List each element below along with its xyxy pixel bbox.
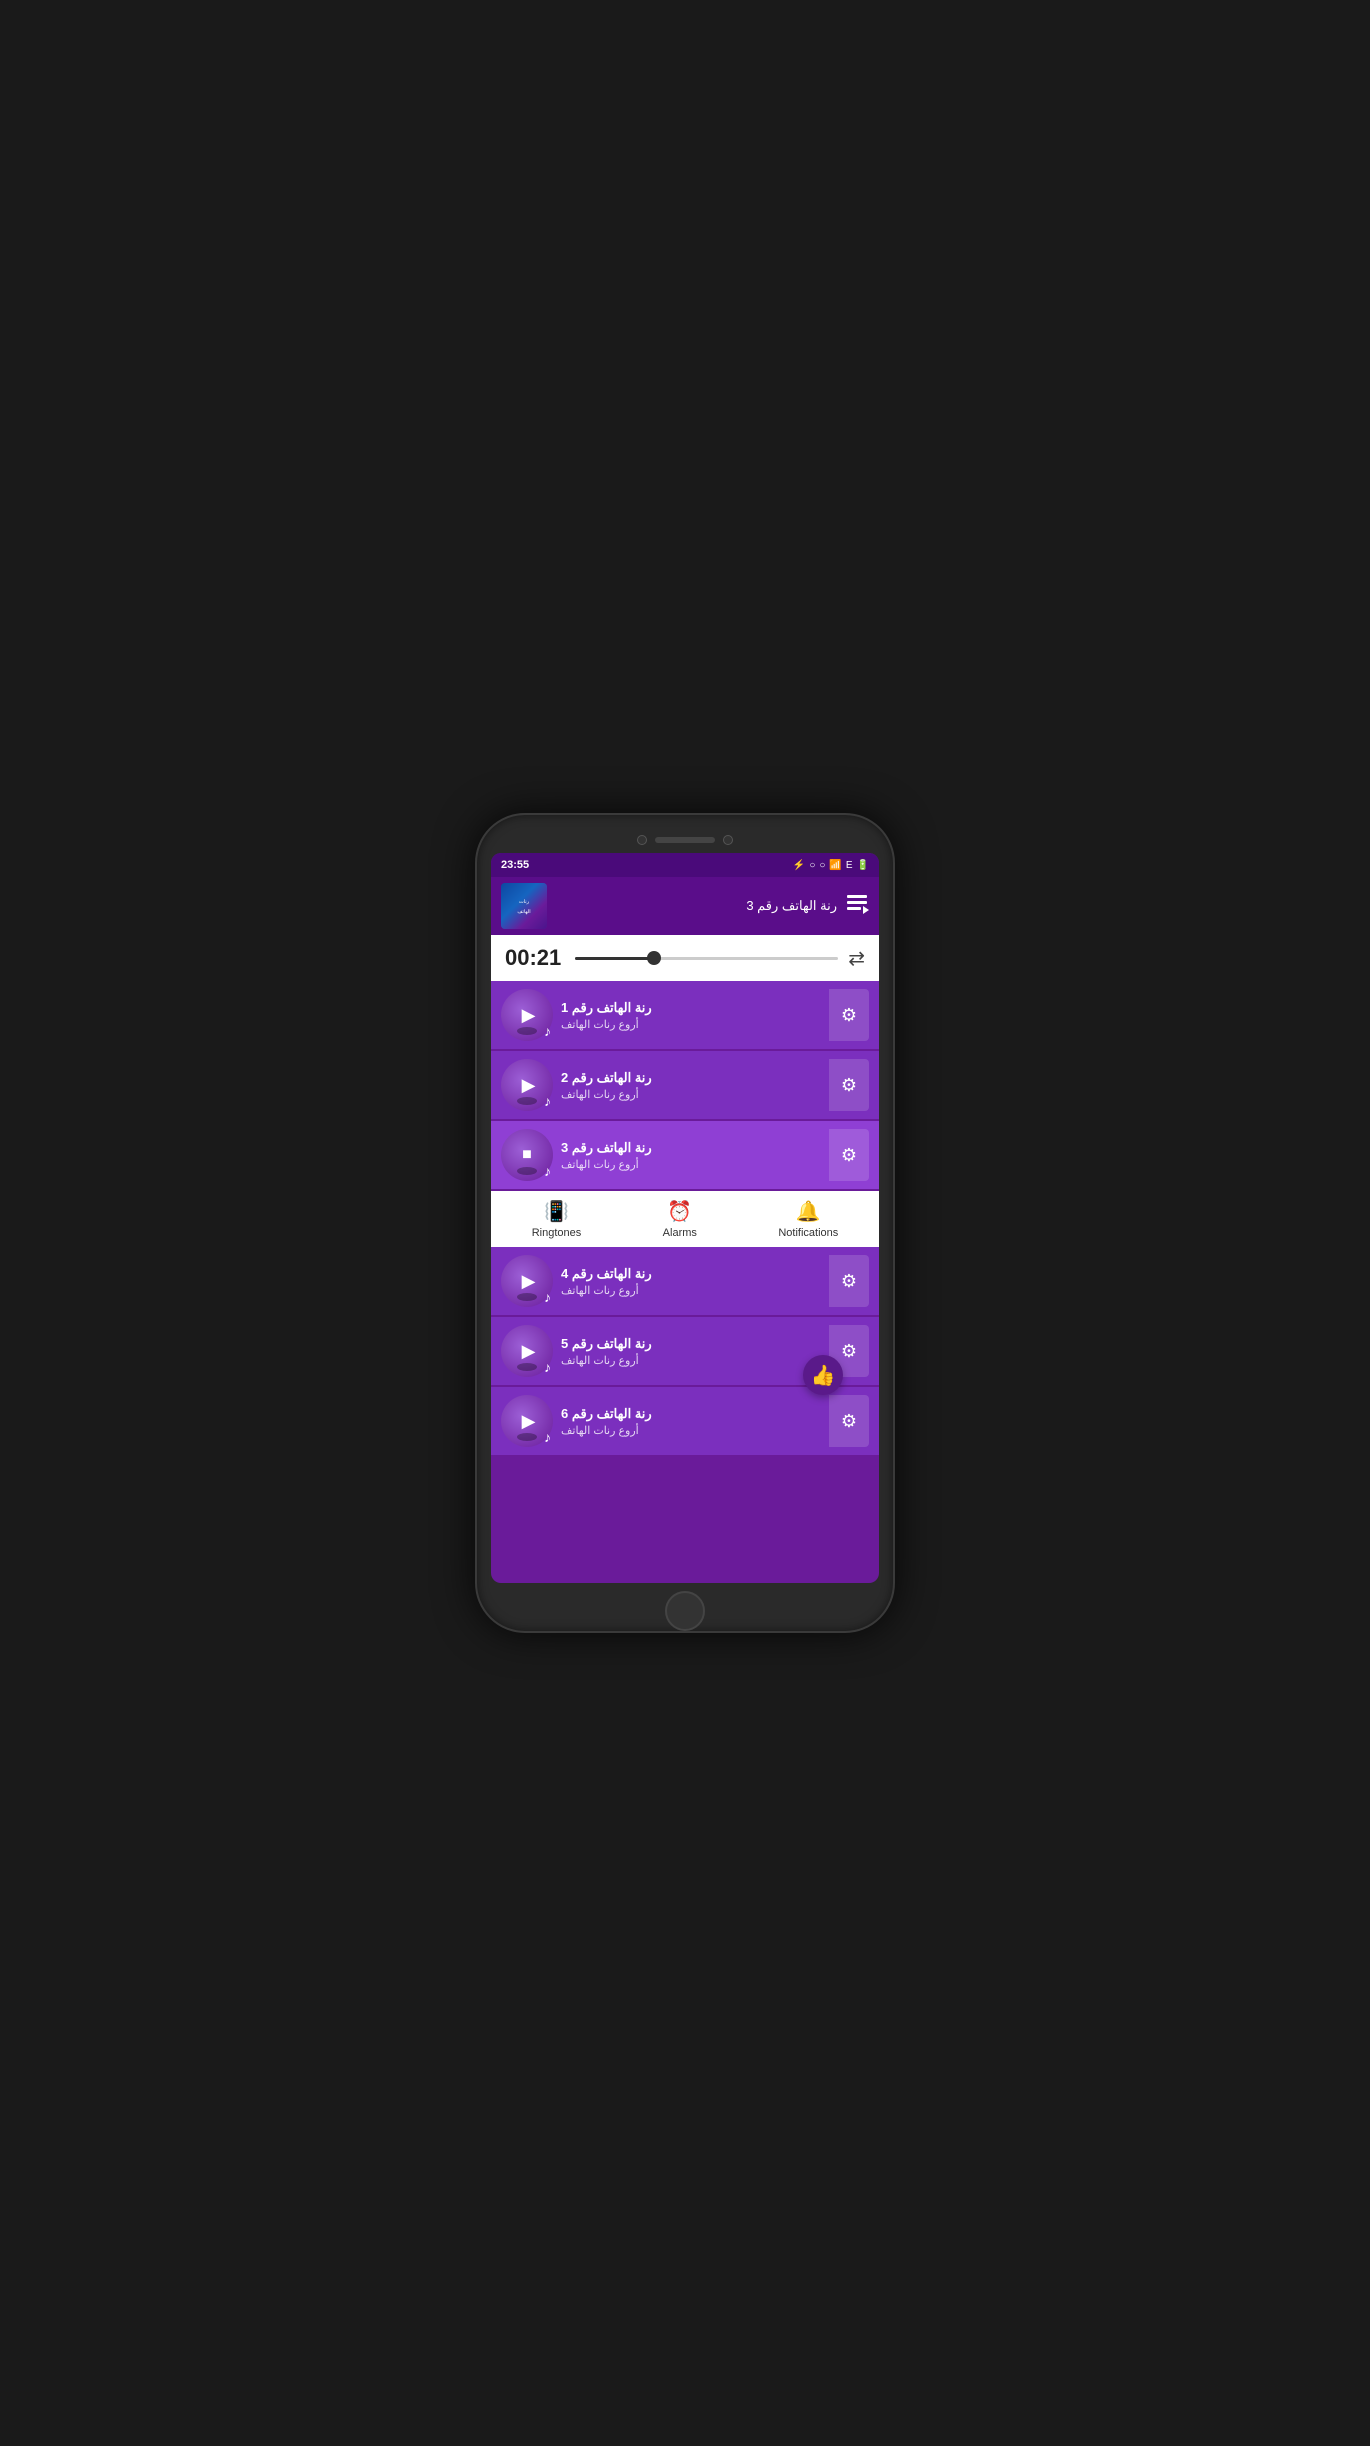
song-item[interactable]: ▶ ♪ رنة الهاتف رقم 4 أروع رنات الهاتف ⚙	[491, 1247, 879, 1315]
play-icon-5: ▶	[522, 1341, 536, 1362]
play-button-4[interactable]: ▶ ♪	[501, 1255, 553, 1307]
screen: 23:55 ⚡ ○ ○ 📶 E 🔋	[491, 853, 879, 1583]
flash-icon: ⚡	[793, 860, 805, 871]
gear-icon-3: ⚙	[841, 1145, 857, 1166]
song-title-1: رنة الهاتف رقم 1	[561, 1000, 652, 1016]
phone-top	[491, 835, 879, 845]
play-icon-4: ▶	[522, 1271, 536, 1292]
now-playing-title: رنة الهاتف رقم 3	[555, 898, 837, 914]
nav-item-ringtones[interactable]: 📳 Ringtones	[532, 1199, 582, 1239]
song-info-4: رنة الهاتف رقم 4 أروع رنات الهاتف	[561, 1266, 821, 1297]
gear-icon-5: ⚙	[841, 1341, 857, 1362]
settings-button-4[interactable]: ⚙	[829, 1255, 869, 1307]
gear-icon-4: ⚙	[841, 1271, 857, 1292]
song-item[interactable]: ▶ ♪ رنة الهاتف رقم 5 أروع رنات الهاتف ⚙ …	[491, 1317, 879, 1385]
progress-track[interactable]	[575, 957, 838, 960]
network-type: E	[846, 860, 853, 871]
song-title-6: رنة الهاتف رقم 6	[561, 1406, 652, 1422]
svg-text:الهاتف: الهاتف	[517, 909, 530, 915]
song-item[interactable]: ▶ ♪ رنة الهاتف رقم 1 أروع رنات الهاتف ⚙	[491, 981, 879, 1049]
play-button-2[interactable]: ▶ ♪	[501, 1059, 553, 1111]
play-button-5[interactable]: ▶ ♪	[501, 1325, 553, 1377]
song-info-1: رنة الهاتف رقم 1 أروع رنات الهاتف	[561, 1000, 821, 1031]
status-icons: ⚡ ○ ○ 📶 E 🔋	[793, 860, 869, 871]
song-info-3: رنة الهاتف رقم 3 أروع رنات الهاتف	[561, 1140, 821, 1171]
signal-icon: 📶	[829, 860, 841, 871]
song-info-2: رنة الهاتف رقم 2 أروع رنات الهاتف	[561, 1070, 821, 1101]
sensor	[723, 835, 733, 845]
song-info-5: رنة الهاتف رقم 5 أروع رنات الهاتف	[561, 1336, 821, 1367]
front-camera	[637, 835, 647, 845]
song-subtitle-6: أروع رنات الهاتف	[561, 1424, 639, 1437]
ringtones-icon: 📳	[544, 1199, 569, 1224]
settings-button-2[interactable]: ⚙	[829, 1059, 869, 1111]
song-subtitle-1: أروع رنات الهاتف	[561, 1018, 639, 1031]
note-icon-1: ♪	[544, 1023, 551, 1039]
alarms-label: Alarms	[663, 1227, 697, 1239]
song-title-4: رنة الهاتف رقم 4	[561, 1266, 652, 1282]
song-item-active[interactable]: ■ ♪ رنة الهاتف رقم 3 أروع رنات الهاتف ⚙	[491, 1121, 879, 1189]
nav-item-alarms[interactable]: ⏰ Alarms	[663, 1199, 697, 1239]
svg-text:رنات: رنات	[519, 899, 530, 905]
nav-item-notifications[interactable]: 🔔 Notifications	[778, 1199, 838, 1239]
note-icon-3: ♪	[544, 1163, 551, 1179]
play-icon-2: ▶	[522, 1075, 536, 1096]
status-bar: 23:55 ⚡ ○ ○ 📶 E 🔋	[491, 853, 879, 877]
track-thumbnail: رنات الهاتف	[501, 883, 547, 929]
song-subtitle-4: أروع رنات الهاتف	[561, 1284, 639, 1297]
play-button-3[interactable]: ■ ♪	[501, 1129, 553, 1181]
song-title-3: رنة الهاتف رقم 3	[561, 1140, 652, 1156]
progress-section[interactable]: 00:21 ⇄	[491, 935, 879, 981]
gear-icon-1: ⚙	[841, 1005, 857, 1026]
progress-thumb[interactable]	[647, 951, 661, 965]
settings-button-1[interactable]: ⚙	[829, 989, 869, 1041]
alarms-icon: ⏰	[667, 1199, 692, 1224]
circle-icon-1: ○	[809, 860, 815, 871]
speaker	[655, 837, 715, 843]
song-list: ▶ ♪ رنة الهاتف رقم 1 أروع رنات الهاتف ⚙ …	[491, 981, 879, 1583]
progress-fill	[575, 957, 654, 960]
song-title-2: رنة الهاتف رقم 2	[561, 1070, 652, 1086]
queue-icon[interactable]	[845, 892, 869, 921]
time-display: 00:21	[505, 945, 565, 971]
notifications-label: Notifications	[778, 1227, 838, 1239]
note-icon-5: ♪	[544, 1359, 551, 1375]
play-icon-6: ▶	[522, 1411, 536, 1432]
home-button[interactable]	[665, 1591, 705, 1631]
phone-frame: 23:55 ⚡ ○ ○ 📶 E 🔋	[475, 813, 895, 1633]
battery-icon: 🔋	[857, 860, 869, 871]
song-subtitle-3: أروع رنات الهاتف	[561, 1158, 639, 1171]
phone-bottom	[491, 1591, 879, 1631]
play-button-6[interactable]: ▶ ♪	[501, 1395, 553, 1447]
now-playing-bar[interactable]: رنات الهاتف رنة الهاتف رقم 3	[491, 877, 879, 935]
song-subtitle-2: أروع رنات الهاتف	[561, 1088, 639, 1101]
repeat-icon[interactable]: ⇄	[848, 946, 865, 971]
play-icon-1: ▶	[522, 1005, 536, 1026]
settings-button-6[interactable]: ⚙	[829, 1395, 869, 1447]
note-icon-6: ♪	[544, 1429, 551, 1445]
settings-button-3[interactable]: ⚙	[829, 1129, 869, 1181]
song-subtitle-5: أروع رنات الهاتف	[561, 1354, 639, 1367]
song-item[interactable]: ▶ ♪ رنة الهاتف رقم 2 أروع رنات الهاتف ⚙	[491, 1051, 879, 1119]
ringtones-label: Ringtones	[532, 1227, 582, 1239]
notifications-icon: 🔔	[796, 1199, 821, 1224]
note-icon-4: ♪	[544, 1289, 551, 1305]
stop-icon-3: ■	[522, 1146, 532, 1164]
song-info-6: رنة الهاتف رقم 6 أروع رنات الهاتف	[561, 1406, 821, 1437]
play-button-1[interactable]: ▶ ♪	[501, 989, 553, 1041]
song-item[interactable]: ▶ ♪ رنة الهاتف رقم 6 أروع رنات الهاتف ⚙	[491, 1387, 879, 1455]
gear-icon-2: ⚙	[841, 1075, 857, 1096]
thumbs-up-icon: 👍	[811, 1363, 836, 1388]
like-fab[interactable]: 👍	[803, 1355, 843, 1395]
bottom-navigation: 📳 Ringtones ⏰ Alarms 🔔 Notifications	[491, 1191, 879, 1247]
song-title-5: رنة الهاتف رقم 5	[561, 1336, 652, 1352]
status-time: 23:55	[501, 859, 529, 871]
note-icon-2: ♪	[544, 1093, 551, 1109]
circle-icon-2: ○	[819, 860, 825, 871]
gear-icon-6: ⚙	[841, 1411, 857, 1432]
